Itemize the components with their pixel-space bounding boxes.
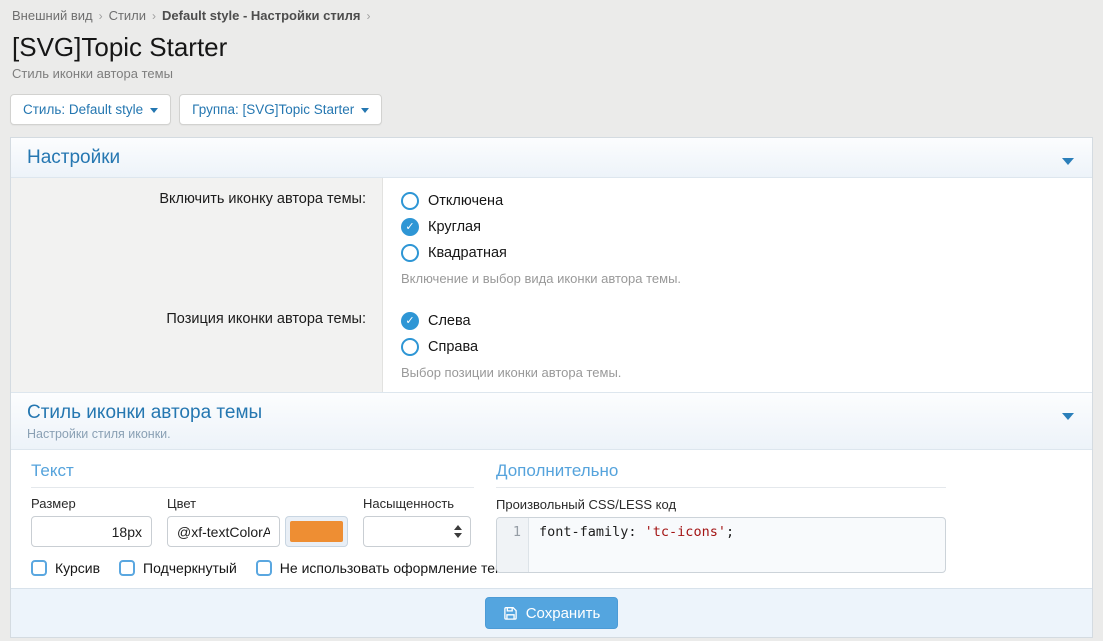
field-control: Отключена ✓ Круглая Квадратная Включение… xyxy=(383,178,1092,298)
radio-icon[interactable] xyxy=(401,338,419,356)
breadcrumb-separator: › xyxy=(99,9,103,23)
text-style-checkboxes: Курсив Подчеркнутый Не использовать офор… xyxy=(31,560,474,576)
css-code-editor[interactable]: 1 font-family: 'tc-icons'; xyxy=(496,517,946,573)
text-group: Текст Размер Цвет xyxy=(31,461,474,576)
code-token-punct: : xyxy=(628,524,644,540)
checkbox-icon[interactable] xyxy=(119,560,135,576)
text-fields-row: Размер Цвет Насыщенность xyxy=(31,496,474,547)
extra-group: Дополнительно Произвольный CSS/LESS код … xyxy=(496,461,946,576)
save-button-label: Сохранить xyxy=(526,605,601,622)
extra-group-title: Дополнительно xyxy=(496,461,946,488)
breadcrumb-link-appearance[interactable]: Внешний вид xyxy=(12,8,93,23)
size-label: Размер xyxy=(31,496,152,511)
section-header-icon-style: Стиль иконки автора темы Настройки стиля… xyxy=(11,392,1092,450)
radio-label: Отключена xyxy=(428,193,503,209)
filter-toolbar: Стиль: Default style Группа: [SVG]Topic … xyxy=(10,94,1093,125)
color-field: Цвет xyxy=(167,496,348,547)
size-field: Размер xyxy=(31,496,152,547)
code-gutter: 1 xyxy=(497,518,529,572)
radio-label: Слева xyxy=(428,313,471,329)
checkbox-underline[interactable]: Подчеркнутый xyxy=(119,560,237,576)
checkbox-italic[interactable]: Курсив xyxy=(31,560,100,576)
section-subtitle: Настройки стиля иконки. xyxy=(27,427,1076,441)
field-hint: Выбор позиции иконки автора темы. xyxy=(401,365,1074,380)
checkbox-icon[interactable] xyxy=(31,560,47,576)
radio-option-square[interactable]: Квадратная xyxy=(401,240,1074,266)
form-row-enable-icon: Включить иконку автора темы: Отключена ✓… xyxy=(11,178,1092,298)
weight-select[interactable] xyxy=(363,516,471,547)
field-hint: Включение и выбор вида иконки автора тем… xyxy=(401,271,1074,286)
form-row-icon-position: Позиция иконки автора темы: ✓ Слева Спра… xyxy=(11,298,1092,392)
section-title: Настройки xyxy=(27,147,1076,169)
color-composite xyxy=(167,516,348,547)
page-title: [SVG]Topic Starter xyxy=(12,32,1091,63)
code-token-string: 'tc-icons' xyxy=(645,524,726,540)
admin-page: Внешний вид › Стили › Default style - Настро… xyxy=(0,0,1103,638)
breadcrumb: Внешний вид › Стили › Default style - Настро… xyxy=(10,6,1093,23)
group-dropdown-label: Группа: [SVG]Topic Starter xyxy=(192,102,354,117)
save-button[interactable]: Сохранить xyxy=(485,597,619,629)
settings-block: Настройки Включить иконку автора темы: О… xyxy=(10,137,1093,638)
style-dropdown-button[interactable]: Стиль: Default style xyxy=(10,94,171,125)
page-subtitle: Стиль иконки автора темы xyxy=(12,66,1091,81)
radio-option-disabled[interactable]: Отключена xyxy=(401,188,1074,214)
size-input[interactable] xyxy=(31,516,152,547)
checkbox-label: Подчеркнутый xyxy=(143,560,237,576)
collapse-arrow-icon[interactable] xyxy=(1062,158,1074,165)
collapse-arrow-icon[interactable] xyxy=(1062,413,1074,420)
color-swatch xyxy=(290,521,343,542)
text-group-title: Текст xyxy=(31,461,474,488)
radio-label: Круглая xyxy=(428,219,481,235)
code-area[interactable]: font-family: 'tc-icons'; xyxy=(529,518,945,572)
radio-icon[interactable] xyxy=(401,244,419,262)
chevron-down-icon xyxy=(150,108,158,113)
code-token-punct: ; xyxy=(726,524,734,540)
color-input[interactable] xyxy=(167,516,280,547)
chevron-down-icon xyxy=(361,108,369,113)
radio-option-right[interactable]: Справа xyxy=(401,334,1074,360)
field-label: Включить иконку автора темы: xyxy=(11,178,383,298)
section-title: Стиль иконки автора темы xyxy=(27,402,1076,424)
weight-field: Насыщенность xyxy=(363,496,471,547)
weight-label: Насыщенность xyxy=(363,496,471,511)
submit-bar: Сохранить xyxy=(11,588,1092,637)
breadcrumb-separator: › xyxy=(152,9,156,23)
radio-option-left[interactable]: ✓ Слева xyxy=(401,308,1074,334)
color-picker-button[interactable] xyxy=(285,516,348,547)
radio-label: Квадратная xyxy=(428,245,507,261)
radio-icon[interactable] xyxy=(401,192,419,210)
style-dropdown-label: Стиль: Default style xyxy=(23,102,143,117)
code-editor-label: Произвольный CSS/LESS код xyxy=(496,497,946,512)
checkbox-no-text-decoration[interactable]: Не использовать оформление текста xyxy=(256,560,523,576)
field-label: Позиция иконки автора темы: xyxy=(11,298,383,392)
color-label: Цвет xyxy=(167,496,348,511)
line-number: 1 xyxy=(513,524,521,540)
checkbox-icon[interactable] xyxy=(256,560,272,576)
checkbox-label: Не использовать оформление текста xyxy=(280,560,523,576)
radio-checked-icon[interactable]: ✓ xyxy=(401,312,419,330)
radio-option-round[interactable]: ✓ Круглая xyxy=(401,214,1074,240)
breadcrumb-link-styles[interactable]: Стили xyxy=(109,8,146,23)
breadcrumb-separator: › xyxy=(367,9,371,23)
radio-label: Справа xyxy=(428,339,478,355)
select-arrows-icon xyxy=(454,525,462,538)
code-token-property: font-family xyxy=(539,524,628,540)
section-header-settings: Настройки xyxy=(11,138,1092,178)
group-dropdown-button[interactable]: Группа: [SVG]Topic Starter xyxy=(179,94,382,125)
breadcrumb-link-style-properties[interactable]: Default style - Настройки стиля xyxy=(162,8,361,23)
save-floppy-icon xyxy=(503,606,518,621)
field-control: ✓ Слева Справа Выбор позиции иконки авто… xyxy=(383,298,1092,392)
checkbox-label: Курсив xyxy=(55,560,100,576)
icon-style-body: Текст Размер Цвет xyxy=(11,450,1092,588)
radio-checked-icon[interactable]: ✓ xyxy=(401,218,419,236)
